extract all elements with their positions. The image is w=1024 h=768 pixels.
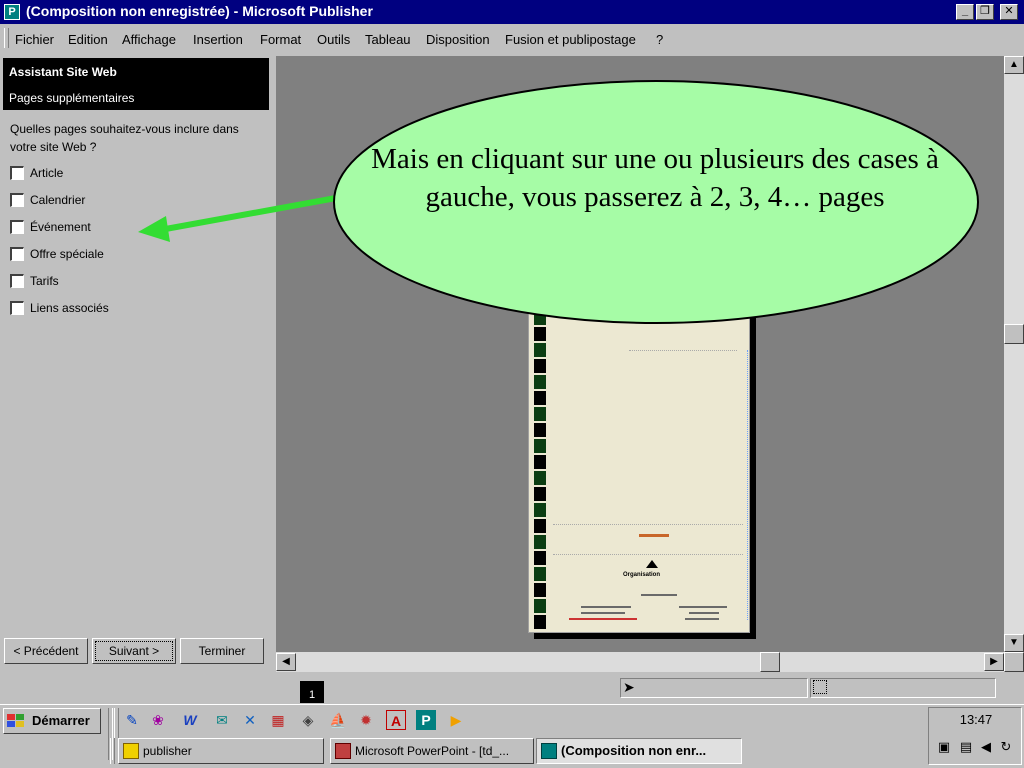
system-tray: 13:47 ▣ ▤ ◀ ↻ xyxy=(928,707,1022,765)
publisher-icon[interactable]: P xyxy=(416,710,436,730)
task-powerpoint[interactable]: Microsoft PowerPoint - [td_... xyxy=(330,738,534,764)
tasks-grip[interactable] xyxy=(110,738,115,764)
outlook-icon[interactable]: ✉ xyxy=(212,710,232,730)
pointer-icon: ➤ xyxy=(623,679,635,695)
size-icon xyxy=(813,680,827,694)
refresh-icon[interactable]: ↻ xyxy=(997,738,1015,756)
windows-logo-icon xyxy=(7,714,24,727)
gear-icon[interactable]: ✹ xyxy=(356,710,376,730)
task-label: (Composition non enr... xyxy=(561,743,707,758)
cursor-position-field: ➤ xyxy=(620,678,808,698)
clock[interactable]: 13:47 xyxy=(929,712,1023,727)
scheduler-icon[interactable]: ▣ xyxy=(935,738,953,756)
acrobat-icon[interactable]: A xyxy=(386,710,406,730)
publisher-icon xyxy=(541,743,557,759)
excel-icon[interactable]: ✕ xyxy=(240,710,260,730)
task-label: publisher xyxy=(143,744,192,758)
callout-arrow-head xyxy=(138,216,170,242)
word-icon[interactable]: W xyxy=(180,710,200,730)
sailboat-icon[interactable]: ⛵ xyxy=(328,710,348,730)
control-icon[interactable]: ▦ xyxy=(268,710,288,730)
media-icon[interactable]: ▶ xyxy=(446,710,466,730)
folder-icon xyxy=(123,743,139,759)
paint-icon[interactable]: ✎ xyxy=(122,710,142,730)
callout-text: Mais en cliquant sur une ou plusieurs de… xyxy=(371,143,939,213)
object-size-field xyxy=(810,678,996,698)
powerpoint-icon xyxy=(335,743,351,759)
page-number-indicator[interactable]: 1 xyxy=(300,681,324,703)
task-publisher-folder[interactable]: publisher xyxy=(118,738,324,764)
network-icon[interactable]: ◈ xyxy=(298,710,318,730)
callout-layer xyxy=(138,80,979,324)
callout-arrow xyxy=(159,195,337,233)
network-tray-icon[interactable]: ▤ xyxy=(957,738,975,756)
volume-icon[interactable]: ◀ xyxy=(977,738,995,756)
task-publisher-active[interactable]: (Composition non enr... xyxy=(536,738,742,764)
web-icon[interactable]: ❀ xyxy=(148,710,168,730)
task-label: Microsoft PowerPoint - [td_... xyxy=(355,744,510,758)
